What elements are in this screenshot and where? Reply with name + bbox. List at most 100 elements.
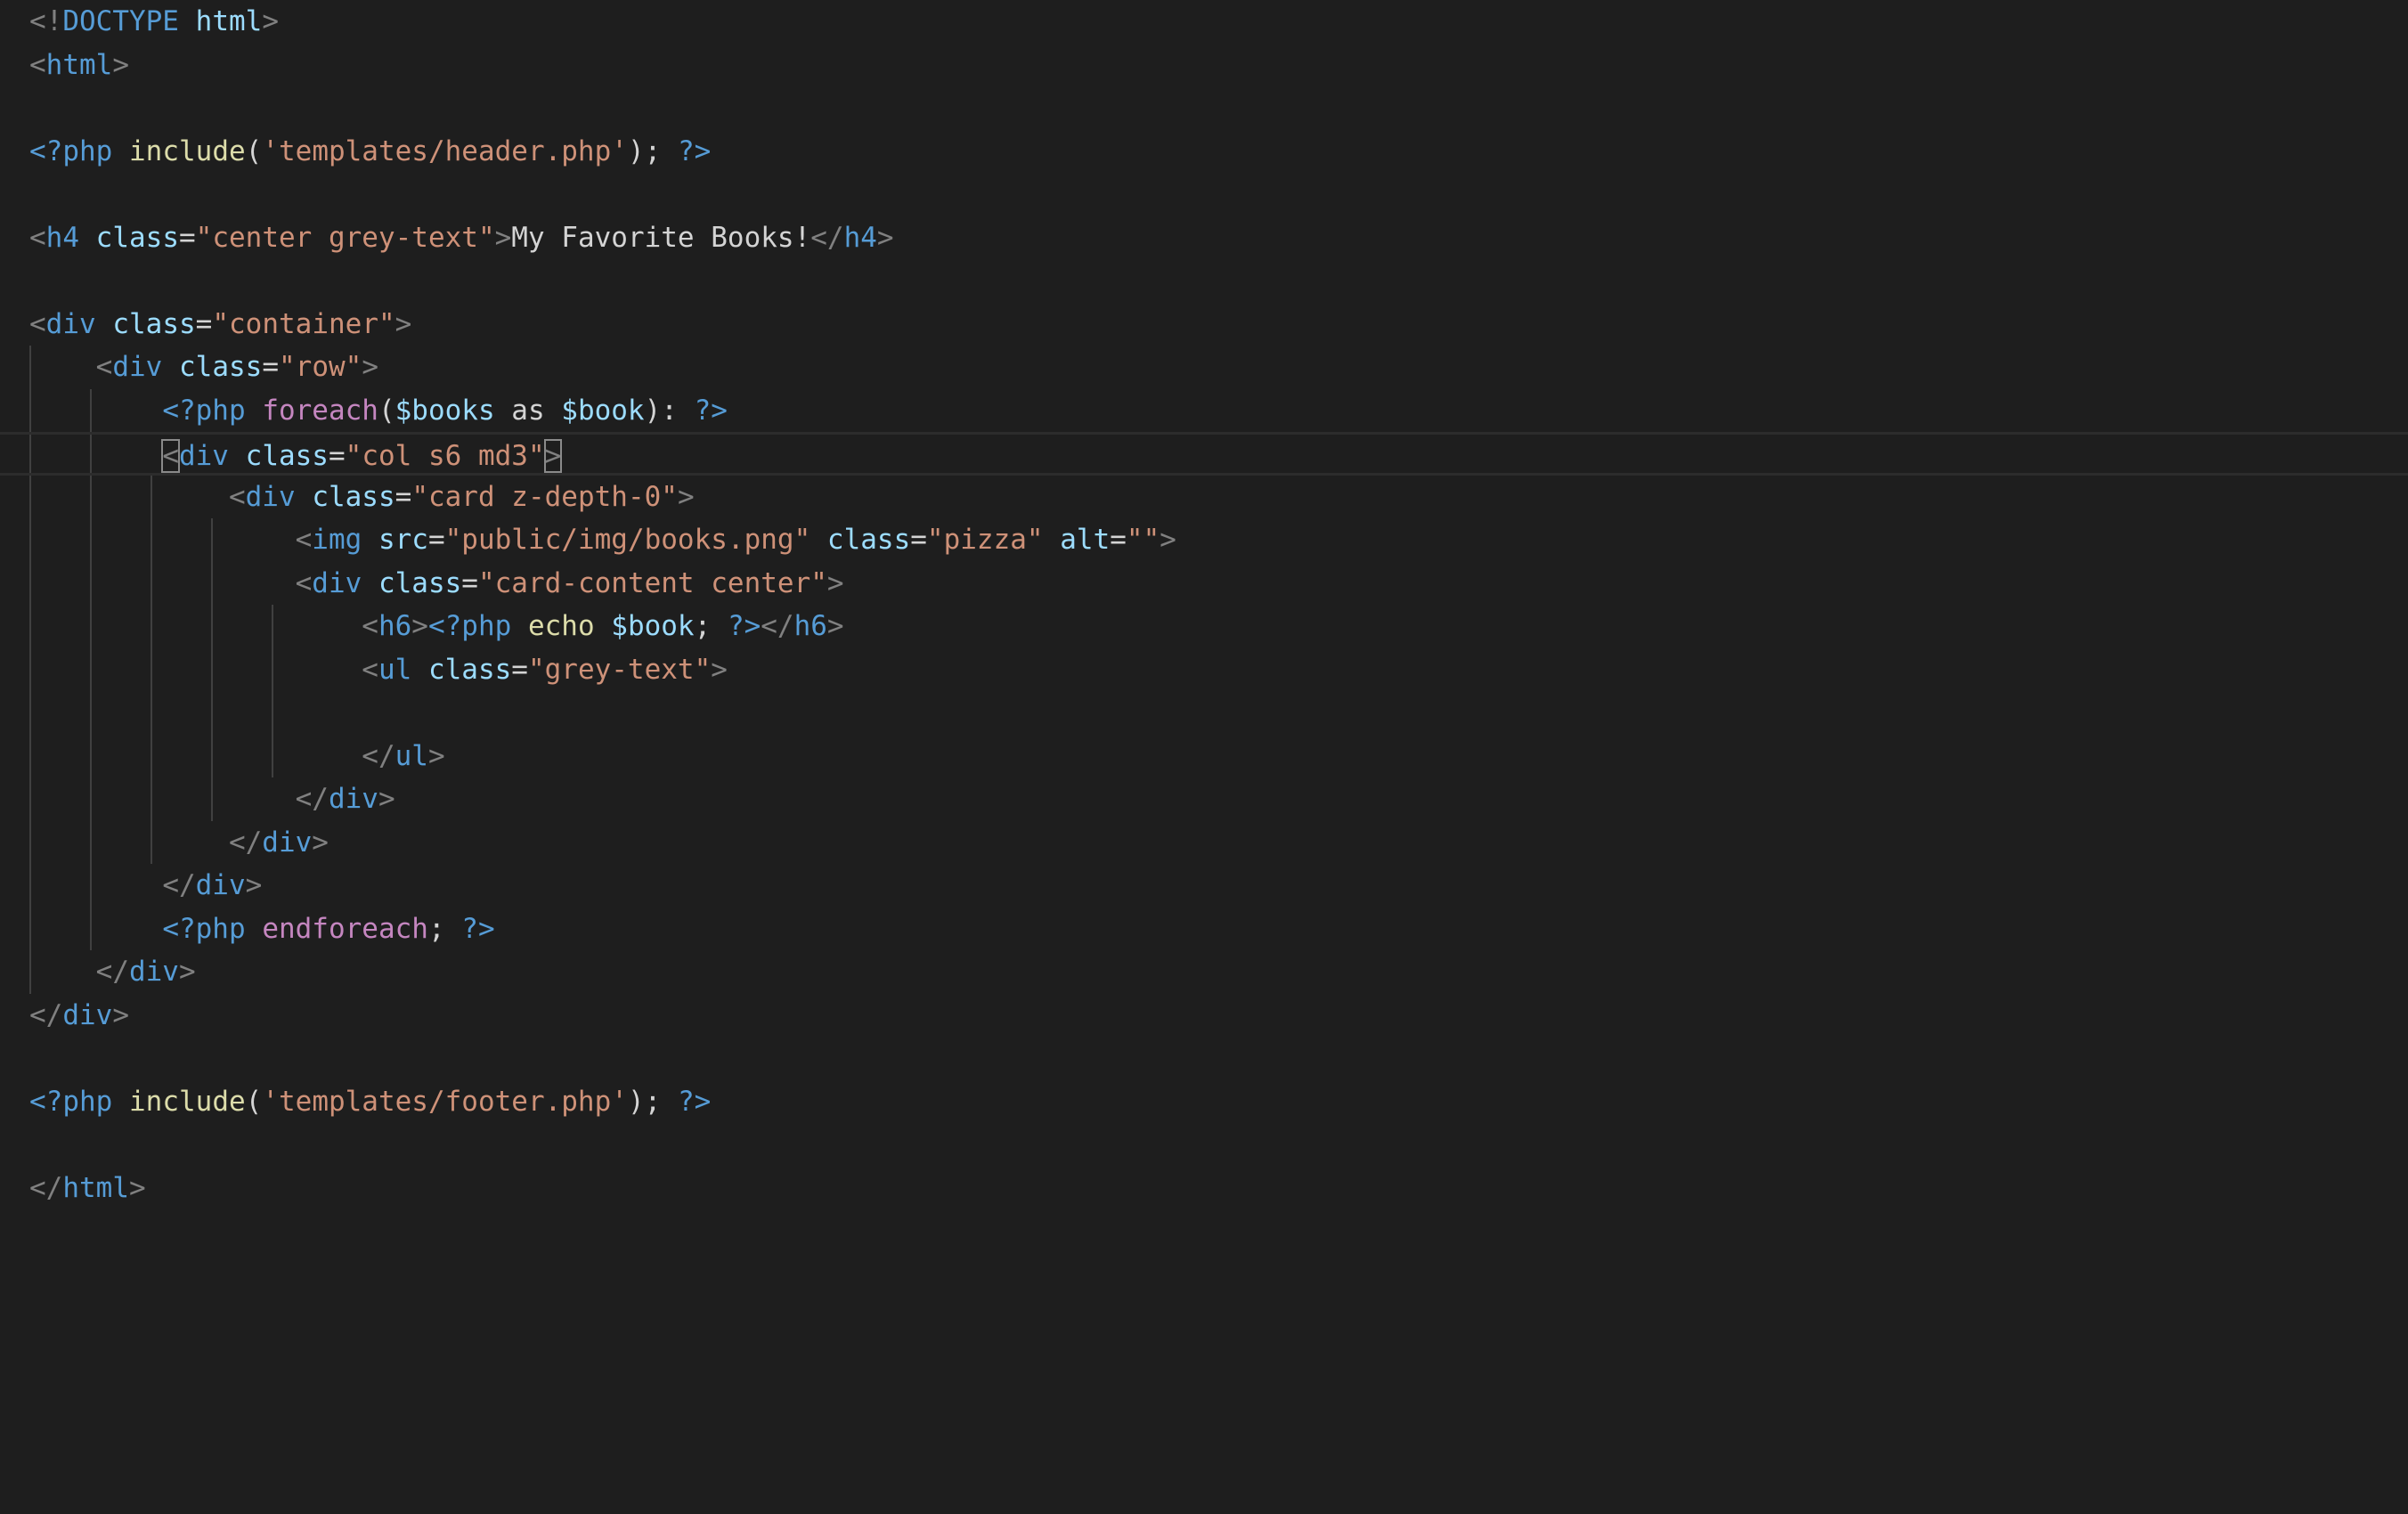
indent-guide (211, 734, 213, 777)
code-line[interactable]: </div> (0, 820, 2408, 864)
code-line[interactable] (0, 259, 2408, 303)
indent-guide (29, 475, 31, 518)
code-token: "center grey-text" (195, 221, 495, 254)
code-line[interactable]: </div> (0, 994, 2408, 1038)
code-token: = (511, 653, 528, 686)
indent-guide (90, 907, 92, 950)
indent-guide (211, 777, 213, 821)
code-token: class (427, 653, 512, 686)
code-token: </ (810, 221, 844, 254)
code-token: > (826, 566, 844, 599)
code-token: $books (395, 394, 495, 427)
code-line[interactable]: <ul class="grey-text"> (0, 647, 2408, 691)
indent-guide (272, 691, 273, 735)
code-token: > (112, 998, 129, 1031)
indent-guide (90, 691, 92, 735)
code-line[interactable]: <h6><?php echo $book; ?></h6> (0, 605, 2408, 648)
empty-line (29, 92, 46, 124)
code-line[interactable]: <?php endforeach; ?> (0, 907, 2408, 950)
code-line[interactable] (0, 86, 2408, 130)
code-token: html (45, 48, 113, 81)
code-area[interactable]: <!DOCTYPE html> <html> <?php include('tem… (0, 0, 2408, 1209)
code-token: ( (245, 1085, 263, 1118)
indent-guide (150, 518, 152, 562)
code-token: include (129, 134, 246, 167)
code-token: ?> (694, 394, 728, 427)
indent-guide (90, 605, 92, 648)
indent-guide (211, 561, 213, 605)
code-editor[interactable]: <!DOCTYPE html> <html> <?php include('tem… (0, 0, 2408, 1514)
code-token: My Favorite Books! (511, 221, 811, 254)
code-line[interactable]: <div class="col s6 md3"> (0, 432, 2408, 476)
code-token: > (378, 783, 395, 815)
code-line[interactable]: <?php foreach($books as $book): ?> (0, 388, 2408, 432)
code-line[interactable] (0, 1123, 2408, 1167)
code-token: > (494, 221, 512, 254)
code-token: echo (527, 610, 595, 642)
code-line[interactable]: <html> (0, 44, 2408, 87)
code-token: ?> (727, 610, 761, 642)
code-line[interactable]: <div class="card-content center"> (0, 561, 2408, 605)
code-token: > (312, 826, 329, 859)
indent-guide (211, 691, 213, 735)
code-token: html (195, 5, 263, 37)
indent-guide (150, 605, 152, 648)
code-token: </ (162, 869, 196, 901)
code-token: "row" (279, 351, 362, 383)
indent-guide (272, 647, 273, 691)
code-token: <! (29, 5, 63, 37)
code-token: div (328, 783, 378, 815)
code-line[interactable] (0, 691, 2408, 735)
code-line[interactable]: <div class="row"> (0, 346, 2408, 389)
code-token: class (112, 307, 196, 340)
indent-guide (90, 435, 92, 473)
code-token: < (29, 48, 46, 81)
code-token: $book (611, 610, 695, 642)
code-line[interactable]: </ul> (0, 734, 2408, 777)
code-token: < (295, 566, 313, 599)
code-token: ; (427, 912, 462, 945)
code-line[interactable]: </div> (0, 864, 2408, 908)
code-line[interactable]: <div class="container"> (0, 303, 2408, 346)
code-token: alt (1060, 524, 1110, 556)
code-line[interactable]: <h4 class="center grey-text">My Favorite… (0, 216, 2408, 260)
indent-guide (90, 734, 92, 777)
code-line[interactable]: <?php include('templates/header.php'); ?… (0, 130, 2408, 174)
code-line[interactable]: <!DOCTYPE html> (0, 0, 2408, 44)
indent-guide (150, 820, 152, 864)
indent-guide (272, 605, 273, 648)
code-line[interactable]: <div class="card z-depth-0"> (0, 475, 2408, 518)
code-token: < (29, 221, 46, 254)
code-line[interactable] (0, 1037, 2408, 1080)
code-token: h4 (45, 221, 79, 254)
code-token: <?php (162, 394, 246, 427)
code-line[interactable]: <img src="public/img/books.png" class="p… (0, 518, 2408, 562)
code-token: "col s6 md3" (345, 440, 545, 472)
indent-guide (29, 864, 31, 908)
indent-guide (29, 346, 31, 389)
code-line[interactable]: </div> (0, 777, 2408, 821)
code-line[interactable]: </div> (0, 950, 2408, 994)
code-token: ; (694, 610, 728, 642)
indent-guide (272, 734, 273, 777)
code-line[interactable]: <?php include('templates/footer.php'); ?… (0, 1080, 2408, 1124)
code-line[interactable]: </html> (0, 1167, 2408, 1210)
code-token: = (328, 440, 346, 472)
code-token: div (262, 826, 313, 859)
code-token: 'templates/footer.php' (262, 1085, 628, 1118)
code-line[interactable] (0, 173, 2408, 216)
code-token: = (461, 566, 478, 599)
